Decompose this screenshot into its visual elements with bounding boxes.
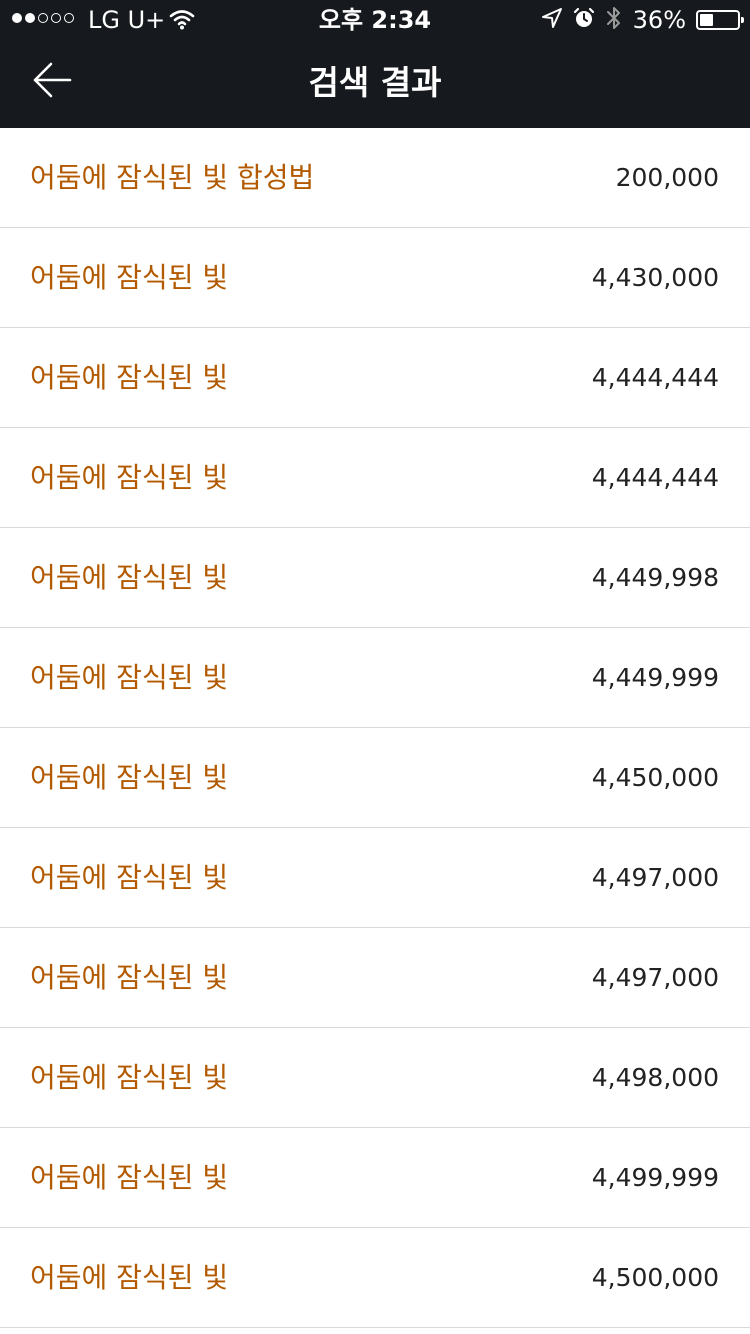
result-row[interactable]: 어둠에 잠식된 빛 4,449,998	[0, 528, 750, 628]
alarm-clock-icon	[573, 7, 595, 33]
result-row[interactable]: 어둠에 잠식된 빛 4,497,000	[0, 828, 750, 928]
result-price: 4,449,999	[591, 663, 719, 692]
carrier-name: LG U+	[88, 6, 166, 34]
result-title: 어둠에 잠식된 빛	[30, 261, 229, 294]
result-row[interactable]: 어둠에 잠식된 빛 4,449,999	[0, 628, 750, 728]
result-title: 어둠에 잠식된 빛	[30, 661, 229, 694]
result-row[interactable]: 어둠에 잠식된 빛 4,444,444	[0, 328, 750, 428]
battery-icon	[696, 10, 744, 30]
result-row[interactable]: 어둠에 잠식된 빛 4,450,000	[0, 728, 750, 828]
status-right-group: 36%	[541, 5, 744, 35]
result-row[interactable]: 어둠에 잠식된 빛 4,444,444	[0, 428, 750, 528]
result-title: 어둠에 잠식된 빛	[30, 461, 229, 494]
result-title: 어둠에 잠식된 빛 합성법	[30, 161, 315, 194]
status-bar: LG U+ 오후 2:34 36%	[0, 0, 750, 40]
signal-dot	[51, 13, 61, 23]
result-row[interactable]: 어둠에 잠식된 빛 4,499,999	[0, 1128, 750, 1228]
result-title: 어둠에 잠식된 빛	[30, 1061, 229, 1094]
result-row[interactable]: 어둠에 잠식된 빛 4,498,000	[0, 1028, 750, 1128]
signal-dot	[38, 13, 48, 23]
result-price: 4,444,444	[591, 463, 719, 492]
signal-dot	[12, 13, 22, 23]
navigation-bar: 검색 결과	[0, 40, 750, 128]
bluetooth-icon	[605, 5, 623, 35]
page-title: 검색 결과	[308, 63, 442, 102]
result-title: 어둠에 잠식된 빛	[30, 761, 229, 794]
result-price: 4,500,000	[591, 1263, 719, 1292]
battery-level-fill	[700, 14, 713, 26]
battery-percentage: 36%	[632, 6, 686, 34]
search-results-list: 어둠에 잠식된 빛 합성법 200,000 어둠에 잠식된 빛 4,430,000 어둠…	[0, 128, 750, 1328]
result-price: 200,000	[615, 163, 719, 192]
result-title: 어둠에 잠식된 빛	[30, 561, 229, 594]
result-price: 4,498,000	[591, 1063, 719, 1092]
wifi-icon	[169, 8, 195, 34]
result-title: 어둠에 잠식된 빛	[30, 1261, 229, 1294]
result-title: 어둠에 잠식된 빛	[30, 361, 229, 394]
result-row[interactable]: 어둠에 잠식된 빛 합성법 200,000	[0, 128, 750, 228]
search-results-screen: LG U+ 오후 2:34 36% 검색 결과 어둠에 잠식된 빛 합성법 20…	[0, 0, 750, 1334]
result-title: 어둠에 잠식된 빛	[30, 1161, 229, 1194]
location-arrow-icon	[541, 7, 563, 33]
result-title: 어둠에 잠식된 빛	[30, 961, 229, 994]
result-price: 4,449,998	[591, 563, 719, 592]
signal-strength-indicator	[12, 13, 74, 23]
result-price: 4,497,000	[591, 863, 719, 892]
result-price: 4,444,444	[591, 363, 719, 392]
result-price: 4,450,000	[591, 763, 719, 792]
signal-dot	[64, 13, 74, 23]
result-title: 어둠에 잠식된 빛	[30, 861, 229, 894]
result-row[interactable]: 어둠에 잠식된 빛 4,430,000	[0, 228, 750, 328]
signal-dot	[25, 13, 35, 23]
result-price: 4,499,999	[591, 1163, 719, 1192]
result-row[interactable]: 어둠에 잠식된 빛 4,500,000	[0, 1228, 750, 1328]
result-price: 4,430,000	[591, 263, 719, 292]
battery-tip	[741, 17, 744, 23]
result-price: 4,497,000	[591, 963, 719, 992]
result-row[interactable]: 어둠에 잠식된 빛 4,497,000	[0, 928, 750, 1028]
